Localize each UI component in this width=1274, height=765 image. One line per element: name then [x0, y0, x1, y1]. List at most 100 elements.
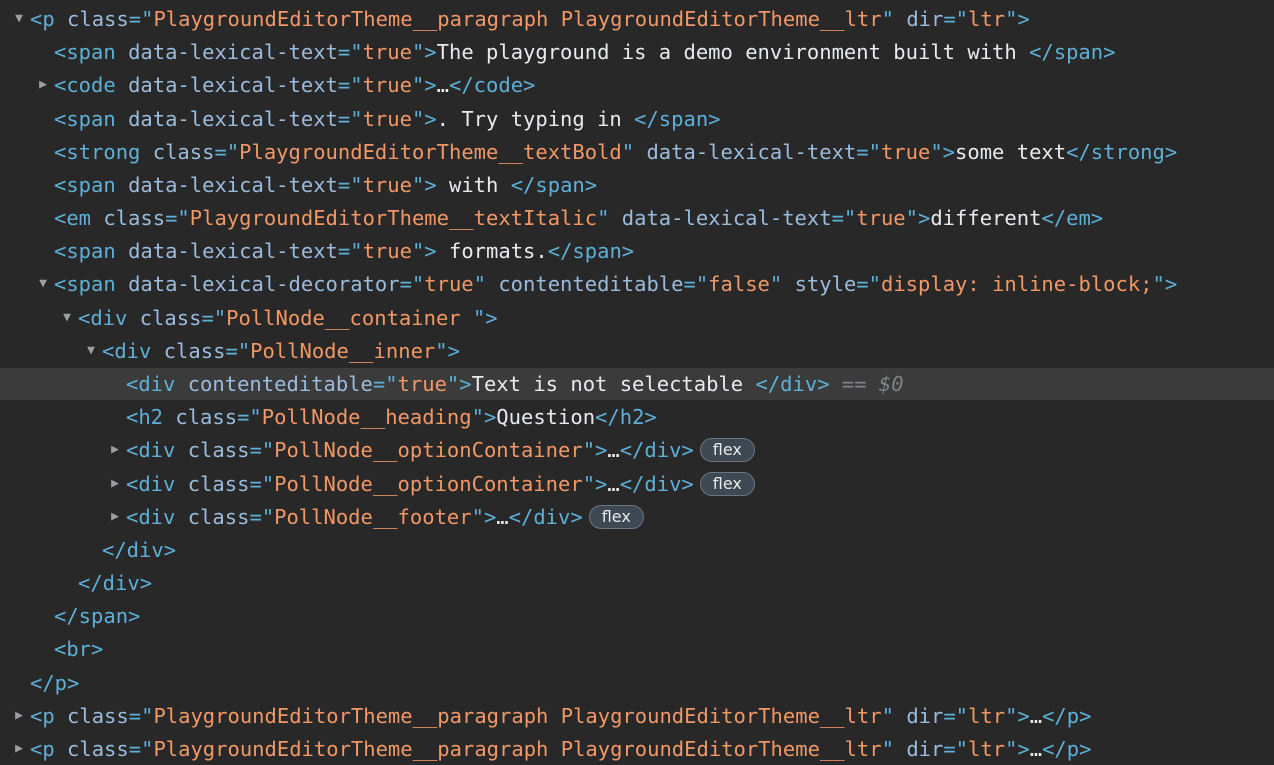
elements-dom-tree[interactable]: ▼ <p class="PlaygroundEditorTheme__paragr… — [0, 0, 1274, 761]
expand-triangle-icon[interactable]: ▼ — [12, 3, 26, 35]
collapse-triangle-icon[interactable]: ▶ — [108, 468, 122, 500]
attribute-value[interactable]: ltr — [968, 7, 1005, 31]
attribute-name[interactable]: data-lexical-text — [128, 239, 338, 263]
text-content[interactable]: Question — [496, 405, 595, 429]
attribute-value[interactable]: PlaygroundEditorTheme__textBold — [239, 140, 622, 164]
attribute-value[interactable]: PlaygroundEditorTheme__paragraph Playgro… — [153, 704, 881, 728]
attribute-name[interactable]: class — [188, 505, 250, 529]
attribute-name[interactable]: data-lexical-text — [128, 173, 338, 197]
dom-node-row[interactable]: ▶ <div class="PollNode__footer">…</div> fl… — [0, 501, 1274, 533]
dom-node-row[interactable]: ▶ <div class="PollNode__optionContainer">… — [0, 434, 1274, 466]
attribute-name[interactable]: data-lexical-text — [128, 40, 338, 64]
text-content[interactable]: … — [1030, 737, 1042, 761]
attribute-name[interactable]: class — [140, 306, 202, 330]
collapse-triangle-icon[interactable]: ▶ — [108, 434, 122, 466]
attribute-name[interactable]: dir — [906, 7, 943, 31]
attribute-value[interactable]: PlaygroundEditorTheme__paragraph Playgro… — [153, 7, 881, 31]
attribute-value[interactable]: true — [363, 107, 412, 131]
attribute-value[interactable]: true — [424, 272, 473, 296]
text-content[interactable]: formats. — [437, 239, 548, 263]
dom-node-row[interactable]: ▼ <p class="PlaygroundEditorTheme__paragr… — [0, 3, 1274, 35]
collapse-triangle-icon[interactable]: ▶ — [12, 733, 26, 765]
attribute-value[interactable]: true — [363, 173, 412, 197]
dom-node-row[interactable]: <span data-lexical-text="true"> with </s… — [0, 169, 1274, 201]
attribute-value[interactable]: true — [856, 206, 905, 230]
attribute-name[interactable]: data-lexical-text — [128, 73, 338, 97]
dom-node-row[interactable]: <span data-lexical-text="true">. Try typ… — [0, 103, 1274, 135]
dom-node-row[interactable]: </span> — [0, 600, 1274, 632]
attribute-name[interactable]: data-lexical-text — [622, 206, 832, 230]
attribute-name[interactable]: data-lexical-text — [128, 107, 338, 131]
dom-node-row[interactable]: </p> — [0, 667, 1274, 699]
dom-node-row[interactable]: ▶ <p class="PlaygroundEditorTheme__paragr… — [0, 700, 1274, 732]
expand-triangle-icon[interactable]: ▼ — [84, 335, 98, 367]
attribute-value[interactable]: PollNode__heading — [262, 405, 472, 429]
text-content[interactable]: … — [607, 438, 619, 462]
dom-node-row[interactable]: ▼ <div class="PollNode__container "> — [0, 302, 1274, 334]
collapse-triangle-icon[interactable]: ▶ — [108, 501, 122, 533]
dom-node-row[interactable]: </div> — [0, 567, 1274, 599]
attribute-name[interactable]: class — [67, 737, 129, 761]
attribute-value[interactable]: true — [398, 372, 447, 396]
dom-node-row[interactable]: <em class="PlaygroundEditorTheme__textIt… — [0, 202, 1274, 234]
attribute-value[interactable]: PollNode__container — [226, 306, 473, 330]
collapse-triangle-icon[interactable]: ▶ — [36, 69, 50, 101]
text-content[interactable]: … — [437, 73, 449, 97]
text-content[interactable]: … — [1030, 704, 1042, 728]
attribute-name[interactable]: class — [175, 405, 237, 429]
text-content[interactable]: … — [607, 472, 619, 496]
attribute-value[interactable]: true — [363, 73, 412, 97]
expand-triangle-icon[interactable]: ▼ — [36, 268, 50, 300]
dom-node-row[interactable]: ▼ <span data-lexical-decorator="true" con… — [0, 268, 1274, 300]
attribute-value[interactable]: PollNode__optionContainer — [274, 472, 583, 496]
attribute-name[interactable]: contenteditable — [498, 272, 683, 296]
text-content[interactable]: different — [930, 206, 1041, 230]
dom-node-row[interactable]: <h2 class="PollNode__heading">Question</… — [0, 401, 1274, 433]
attribute-value[interactable]: ltr — [968, 737, 1005, 761]
attribute-name[interactable]: class — [153, 140, 215, 164]
dom-node-row[interactable]: <span data-lexical-text="true"> formats.… — [0, 235, 1274, 267]
attribute-name[interactable]: class — [164, 339, 226, 363]
dom-node-row[interactable]: <strong class="PlaygroundEditorTheme__te… — [0, 136, 1274, 168]
attribute-value[interactable]: true — [363, 40, 412, 64]
flex-badge[interactable]: flex — [699, 438, 755, 463]
attribute-value[interactable]: true — [881, 140, 930, 164]
attribute-value[interactable]: false — [708, 272, 770, 296]
attribute-name[interactable]: class — [67, 704, 129, 728]
attribute-name[interactable]: data-lexical-text — [646, 140, 856, 164]
attribute-name[interactable]: class — [67, 7, 129, 31]
attribute-name[interactable]: style — [795, 272, 857, 296]
attribute-value[interactable]: true — [363, 239, 412, 263]
attribute-name[interactable]: class — [188, 472, 250, 496]
dom-node-row-selected[interactable]: <div contenteditable="true">Text is not … — [0, 367, 1274, 400]
dom-node-row[interactable]: </div> — [0, 534, 1274, 566]
attribute-value[interactable]: display: inline-block; — [881, 272, 1153, 296]
text-content[interactable]: with — [437, 173, 511, 197]
text-content[interactable]: . Try typing in — [437, 107, 634, 131]
dom-node-row[interactable]: ▶ <p class="PlaygroundEditorTheme__paragr… — [0, 733, 1274, 765]
attribute-name[interactable]: class — [103, 206, 165, 230]
attribute-name[interactable]: dir — [906, 737, 943, 761]
dom-node-row[interactable]: <span data-lexical-text="true">The playg… — [0, 36, 1274, 68]
attribute-value[interactable]: PlaygroundEditorTheme__textItalic — [190, 206, 597, 230]
text-content[interactable]: … — [496, 505, 508, 529]
text-content[interactable]: The playground is a demo environment bui… — [437, 40, 1029, 64]
expand-triangle-icon[interactable]: ▼ — [60, 302, 74, 334]
attribute-value[interactable]: ltr — [968, 704, 1005, 728]
attribute-value[interactable]: PollNode__footer — [274, 505, 471, 529]
attribute-value[interactable]: PlaygroundEditorTheme__paragraph Playgro… — [153, 737, 881, 761]
attribute-value[interactable]: PollNode__inner — [250, 339, 435, 363]
flex-badge[interactable]: flex — [588, 504, 644, 529]
attribute-name[interactable]: class — [188, 438, 250, 462]
text-content[interactable]: some text — [955, 140, 1066, 164]
attribute-name[interactable]: contenteditable — [188, 372, 373, 396]
collapse-triangle-icon[interactable]: ▶ — [12, 700, 26, 732]
dom-node-row[interactable]: <br> — [0, 633, 1274, 665]
text-content[interactable]: Text is not selectable — [472, 372, 756, 396]
attribute-value[interactable]: PollNode__optionContainer — [274, 438, 583, 462]
flex-badge[interactable]: flex — [699, 471, 755, 496]
dom-node-row[interactable]: ▼ <div class="PollNode__inner"> — [0, 335, 1274, 367]
dom-node-row[interactable]: ▶ <div class="PollNode__optionContainer">… — [0, 468, 1274, 500]
attribute-name[interactable]: data-lexical-decorator — [128, 272, 400, 296]
dom-node-row[interactable]: ▶ <code data-lexical-text="true">…</code> — [0, 69, 1274, 101]
